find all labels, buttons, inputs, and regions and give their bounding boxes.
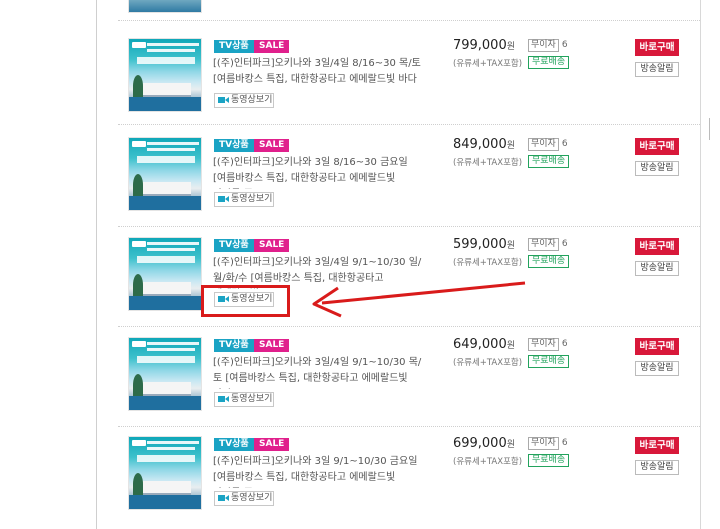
scrollbar-track[interactable]: [700, 0, 720, 529]
scrollbar-thumb-edge[interactable]: [709, 118, 710, 140]
annotation-arrow-icon: [312, 281, 526, 318]
